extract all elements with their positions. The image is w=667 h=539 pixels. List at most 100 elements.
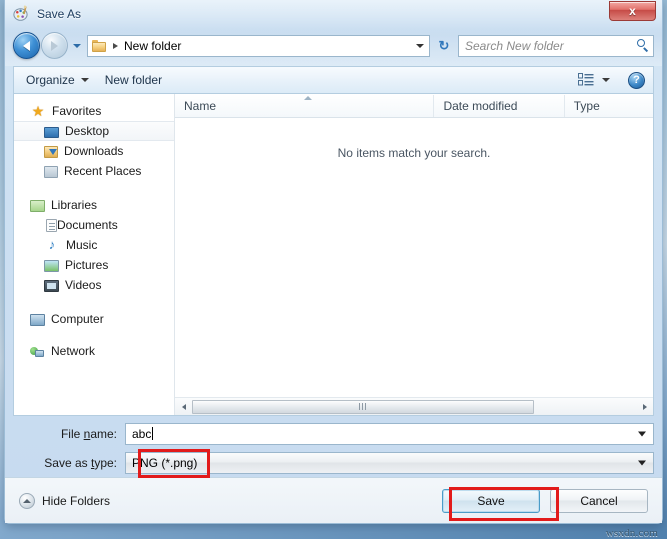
downloads-icon — [44, 146, 58, 158]
sidebar-item-music[interactable]: ♪ Music — [14, 235, 174, 255]
paint-palette-icon — [13, 5, 30, 22]
sidebar-item-recent-places[interactable]: Recent Places — [14, 161, 174, 181]
savetype-value: PNG (*.png) — [132, 455, 198, 470]
chevron-down-icon — [80, 78, 89, 82]
back-button[interactable] — [13, 32, 40, 59]
breadcrumb-separator-icon — [113, 42, 118, 49]
address-bar[interactable]: New folder — [87, 34, 430, 57]
empty-list-message: No items match your search. — [175, 118, 653, 397]
savetype-label-pre: Save as — [44, 455, 91, 470]
column-label-date-modified: Date modified — [443, 98, 518, 113]
address-bar-row: New folder ↻ Search New folder — [5, 27, 662, 64]
filename-label-pre: File — [60, 426, 84, 441]
chevron-down-icon — [72, 43, 81, 48]
content-area: ★ Favorites Desktop Downloads Recent Pla… — [13, 93, 654, 416]
new-folder-button[interactable]: New folder — [97, 69, 170, 92]
back-arrow-icon — [23, 40, 30, 51]
sidebar-item-libraries[interactable]: Libraries — [14, 195, 174, 215]
sidebar-item-documents[interactable]: Documents — [14, 215, 174, 235]
column-header-date-modified[interactable]: Date modified — [434, 94, 565, 117]
save-as-type-combo[interactable]: PNG (*.png) — [125, 451, 654, 474]
help-button[interactable]: ? — [628, 71, 645, 89]
horizontal-scrollbar[interactable] — [175, 397, 653, 415]
sidebar-label-downloads: Downloads — [64, 144, 124, 158]
close-button[interactable]: x — [609, 1, 656, 21]
star-icon: ★ — [31, 103, 45, 119]
column-header-type[interactable]: Type — [565, 95, 653, 117]
sort-ascending-icon — [304, 95, 312, 100]
music-icon: ♪ — [48, 237, 56, 252]
window-title: Save As — [37, 6, 82, 21]
chevron-right-icon — [642, 403, 647, 410]
libraries-icon — [30, 200, 45, 212]
refresh-icon: ↻ — [438, 37, 450, 53]
refresh-button[interactable]: ↻ — [433, 35, 455, 57]
hide-folders-button[interactable]: Hide Folders — [19, 492, 111, 509]
filename-label-post: ame: — [90, 426, 117, 441]
change-view-button[interactable] — [570, 69, 618, 92]
chevron-down-icon — [602, 78, 610, 82]
sidebar-item-desktop[interactable]: Desktop — [14, 121, 174, 141]
forward-button[interactable] — [41, 32, 68, 59]
savetype-label-post: ype: — [94, 455, 117, 470]
column-header-name[interactable]: Name — [175, 94, 435, 117]
recent-pages-dropdown[interactable] — [70, 35, 83, 57]
column-label-name: Name — [184, 98, 217, 113]
search-input[interactable]: Search New folder — [458, 34, 654, 57]
scrollbar-track[interactable] — [192, 399, 636, 415]
save-as-dialog-window: Save As x New folder ↻ Search New folder — [4, 0, 663, 539]
sidebar-label-videos: Videos — [65, 278, 102, 292]
recent-places-icon — [44, 166, 58, 178]
cancel-button[interactable]: Cancel — [550, 488, 648, 513]
scrollbar-grip-icon — [358, 403, 367, 410]
sidebar-item-downloads[interactable]: Downloads — [14, 141, 174, 161]
search-placeholder-text: Search New folder — [465, 38, 564, 53]
savetype-row: Save as type: PNG (*.png) — [13, 451, 654, 474]
sidebar-label-music: Music — [66, 238, 98, 252]
sidebar-item-favorites[interactable]: ★ Favorites — [14, 101, 174, 121]
chevron-left-icon — [181, 403, 186, 410]
pictures-icon — [44, 260, 59, 272]
title-bar: Save As x — [5, 0, 662, 27]
forward-arrow-icon — [51, 40, 58, 51]
scroll-left-button[interactable] — [175, 399, 192, 415]
nav-group-favorites: ★ Favorites Desktop Downloads Recent Pla… — [14, 101, 174, 181]
sidebar-item-videos[interactable]: Videos — [14, 275, 174, 295]
videos-icon — [44, 280, 59, 292]
command-toolbar: Organize New folder ? — [13, 66, 654, 93]
breadcrumb-current-folder[interactable]: New folder — [124, 39, 181, 53]
filename-dropdown-icon[interactable] — [638, 431, 646, 436]
network-icon — [30, 346, 45, 359]
sidebar-item-computer[interactable]: Computer — [14, 309, 174, 329]
sidebar-label-desktop: Desktop — [65, 124, 110, 138]
filename-value: abc — [132, 426, 152, 441]
nav-group-libraries: Libraries Documents ♪ Music Pictures Vid… — [14, 195, 174, 295]
dialog-footer: Hide Folders Save Cancel wsxdn.com — [5, 477, 662, 539]
scrollbar-thumb[interactable] — [192, 399, 534, 414]
sidebar-item-pictures[interactable]: Pictures — [14, 255, 174, 275]
filename-input[interactable]: abc — [125, 422, 654, 445]
column-headers: Name Date modified Type — [175, 94, 653, 118]
scroll-right-button[interactable] — [636, 399, 653, 415]
savetype-dropdown-icon[interactable] — [638, 460, 646, 465]
question-mark-icon: ? — [633, 74, 640, 86]
address-dropdown-icon[interactable] — [416, 43, 424, 48]
organize-label: Organize — [26, 73, 75, 87]
sidebar-label-recent-places: Recent Places — [64, 164, 142, 178]
sidebar-item-network[interactable]: Network — [14, 341, 174, 361]
chevron-up-glyph — [23, 498, 31, 503]
chevron-up-icon — [19, 492, 35, 509]
save-button[interactable]: Save — [442, 488, 540, 513]
close-icon: x — [629, 4, 636, 18]
text-cursor — [152, 427, 154, 440]
new-folder-label: New folder — [104, 73, 163, 87]
hide-folders-label: Hide Folders — [42, 493, 111, 508]
column-label-type: Type — [573, 98, 600, 113]
file-list-pane: Name Date modified Type No items match y… — [175, 94, 653, 415]
save-button-label: Save — [477, 493, 505, 508]
savetype-label: Save as type: — [13, 456, 125, 470]
navigation-pane: ★ Favorites Desktop Downloads Recent Pla… — [14, 94, 174, 415]
organize-menu-button[interactable]: Organize — [18, 69, 97, 92]
